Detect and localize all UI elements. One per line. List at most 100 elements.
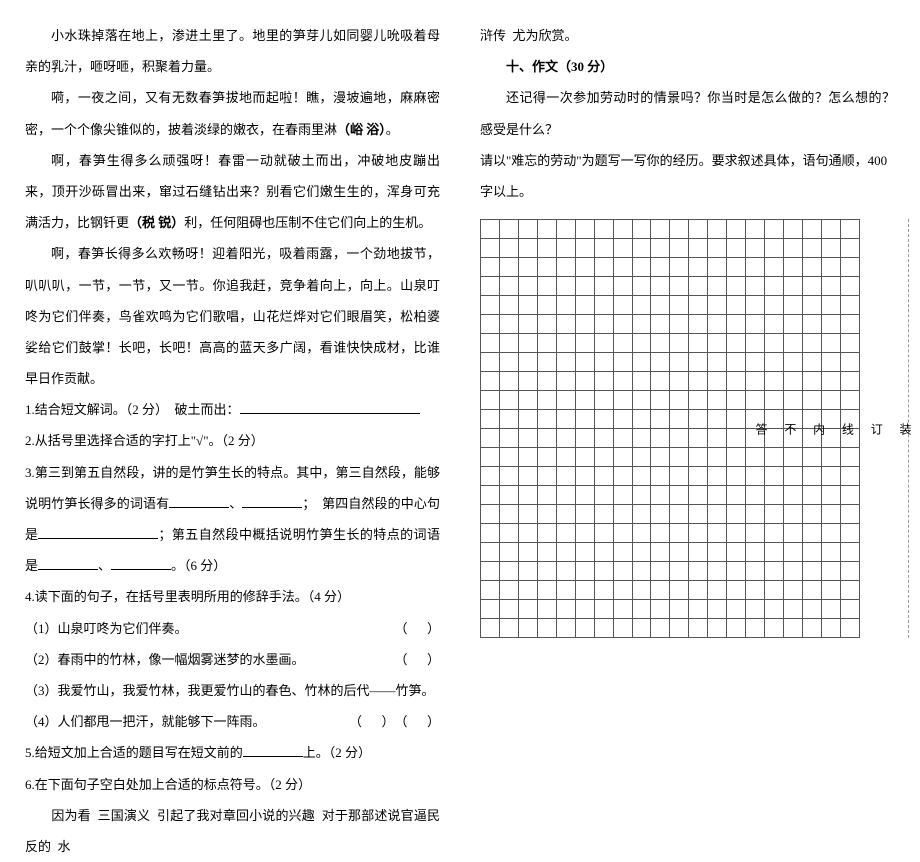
grid-cell[interactable] — [727, 619, 746, 638]
grid-cell[interactable] — [537, 334, 556, 353]
grid-cell[interactable] — [575, 486, 594, 505]
grid-cell[interactable] — [689, 391, 708, 410]
grid-cell[interactable] — [499, 353, 518, 372]
grid-cell[interactable] — [651, 258, 670, 277]
grid-cell[interactable] — [575, 315, 594, 334]
grid-cell[interactable] — [689, 372, 708, 391]
grid-cell[interactable] — [708, 467, 727, 486]
grid-cell[interactable] — [727, 562, 746, 581]
grid-cell[interactable] — [481, 600, 500, 619]
grid-cell[interactable] — [575, 334, 594, 353]
grid-cell[interactable] — [556, 448, 575, 467]
grid-cell[interactable] — [556, 524, 575, 543]
grid-cell[interactable] — [632, 372, 651, 391]
grid-cell[interactable] — [518, 543, 537, 562]
grid-cell[interactable] — [594, 391, 613, 410]
grid-cell[interactable] — [481, 372, 500, 391]
grid-cell[interactable] — [670, 486, 689, 505]
grid-cell[interactable] — [651, 543, 670, 562]
grid-cell[interactable] — [689, 334, 708, 353]
grid-cell[interactable] — [613, 600, 632, 619]
grid-cell[interactable] — [537, 543, 556, 562]
grid-cell[interactable] — [499, 562, 518, 581]
grid-cell[interactable] — [518, 258, 537, 277]
grid-cell[interactable] — [670, 524, 689, 543]
grid-cell[interactable] — [556, 410, 575, 429]
grid-cell[interactable] — [689, 277, 708, 296]
blank-input[interactable] — [38, 555, 98, 571]
grid-cell[interactable] — [537, 315, 556, 334]
grid-cell[interactable] — [481, 277, 500, 296]
grid-cell[interactable] — [537, 562, 556, 581]
grid-cell[interactable] — [575, 296, 594, 315]
answer-bracket[interactable]: （ ） — [394, 613, 440, 644]
grid-cell[interactable] — [689, 353, 708, 372]
grid-cell[interactable] — [537, 353, 556, 372]
grid-cell[interactable] — [708, 619, 727, 638]
grid-cell[interactable] — [556, 220, 575, 239]
grid-cell[interactable] — [481, 619, 500, 638]
grid-cell[interactable] — [727, 372, 746, 391]
grid-cell[interactable] — [689, 239, 708, 258]
grid-cell[interactable] — [708, 410, 727, 429]
grid-cell[interactable] — [689, 505, 708, 524]
grid-cell[interactable] — [499, 505, 518, 524]
grid-cell[interactable] — [481, 448, 500, 467]
answer-bracket[interactable]: （ ） — [394, 644, 440, 675]
grid-cell[interactable] — [613, 334, 632, 353]
grid-cell[interactable] — [727, 410, 746, 429]
grid-cell[interactable] — [670, 429, 689, 448]
grid-cell[interactable] — [518, 220, 537, 239]
grid-cell[interactable] — [499, 581, 518, 600]
grid-cell[interactable] — [727, 600, 746, 619]
grid-cell[interactable] — [708, 334, 727, 353]
grid-cell[interactable] — [727, 448, 746, 467]
grid-cell[interactable] — [632, 524, 651, 543]
grid-cell[interactable] — [537, 486, 556, 505]
grid-cell[interactable] — [727, 258, 746, 277]
grid-cell[interactable] — [651, 334, 670, 353]
grid-cell[interactable] — [575, 562, 594, 581]
grid-cell[interactable] — [613, 315, 632, 334]
grid-cell[interactable] — [556, 239, 575, 258]
grid-cell[interactable] — [727, 524, 746, 543]
grid-cell[interactable] — [632, 543, 651, 562]
grid-cell[interactable] — [556, 315, 575, 334]
grid-cell[interactable] — [499, 619, 518, 638]
grid-cell[interactable] — [708, 486, 727, 505]
grid-cell[interactable] — [651, 315, 670, 334]
grid-cell[interactable] — [575, 429, 594, 448]
grid-cell[interactable] — [689, 619, 708, 638]
grid-cell[interactable] — [651, 391, 670, 410]
grid-cell[interactable] — [613, 543, 632, 562]
grid-cell[interactable] — [632, 296, 651, 315]
grid-cell[interactable] — [556, 391, 575, 410]
grid-cell[interactable] — [708, 429, 727, 448]
grid-cell[interactable] — [727, 296, 746, 315]
grid-cell[interactable] — [481, 410, 500, 429]
grid-cell[interactable] — [594, 334, 613, 353]
grid-cell[interactable] — [651, 239, 670, 258]
grid-cell[interactable] — [518, 353, 537, 372]
grid-cell[interactable] — [632, 239, 651, 258]
grid-cell[interactable] — [651, 410, 670, 429]
grid-cell[interactable] — [537, 372, 556, 391]
grid-cell[interactable] — [632, 410, 651, 429]
grid-cell[interactable] — [632, 220, 651, 239]
grid-cell[interactable] — [575, 277, 594, 296]
grid-cell[interactable] — [556, 467, 575, 486]
grid-cell[interactable] — [651, 296, 670, 315]
grid-cell[interactable] — [632, 353, 651, 372]
grid-cell[interactable] — [556, 581, 575, 600]
grid-cell[interactable] — [594, 486, 613, 505]
grid-cell[interactable] — [651, 467, 670, 486]
grid-cell[interactable] — [632, 334, 651, 353]
grid-cell[interactable] — [594, 258, 613, 277]
grid-cell[interactable] — [499, 543, 518, 562]
grid-cell[interactable] — [651, 581, 670, 600]
grid-cell[interactable] — [651, 600, 670, 619]
grid-cell[interactable] — [518, 410, 537, 429]
grid-cell[interactable] — [575, 467, 594, 486]
grid-cell[interactable] — [499, 467, 518, 486]
grid-cell[interactable] — [727, 391, 746, 410]
